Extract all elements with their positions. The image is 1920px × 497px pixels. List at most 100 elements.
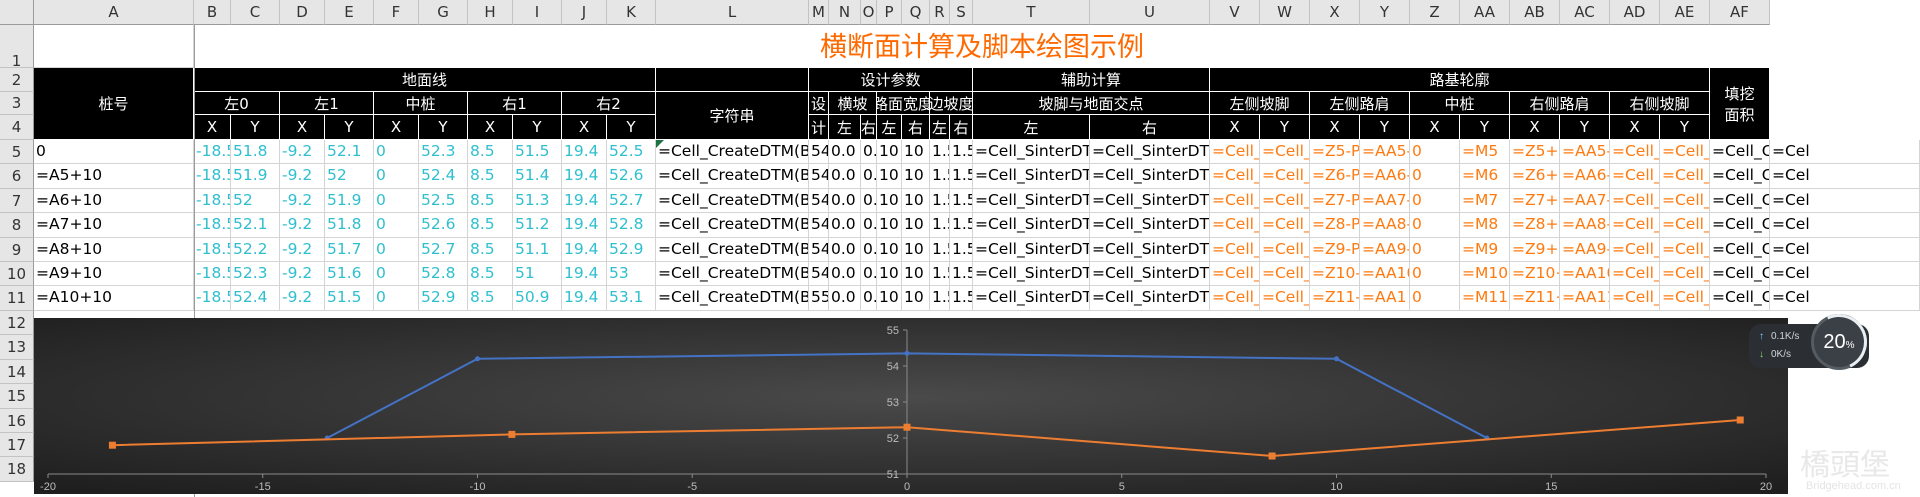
cell-ab[interactable]: =Z11+Q (1510, 286, 1560, 311)
column-header-O[interactable]: O (861, 0, 877, 25)
cell-x[interactable]: =Z8-P (1310, 213, 1360, 238)
cell-ground-value[interactable]: -9.2 (280, 164, 325, 189)
row-header-13[interactable]: 13 (0, 335, 34, 360)
cell-u[interactable]: =Cell_SinterDTM (1090, 188, 1210, 214)
cell-ab[interactable]: =Z8+Q (1510, 213, 1560, 238)
cell-ab[interactable]: =Z5+Q (1510, 140, 1560, 165)
cell-n[interactable]: 0.0 (829, 237, 861, 262)
cell-ground-value[interactable]: -9.2 (280, 188, 325, 214)
column-header-AB[interactable]: AB (1510, 0, 1560, 25)
cell-r[interactable]: 1.5 (930, 262, 950, 287)
cell-ground-value[interactable]: 8.5 (468, 164, 513, 189)
column-header-X[interactable]: X (1310, 0, 1360, 25)
column-header-C[interactable]: C (231, 0, 280, 25)
cell-s[interactable]: 1.5 (950, 286, 973, 311)
cell-station[interactable]: =A8+10 (34, 237, 194, 262)
cell-ground-value[interactable]: 52.6 (607, 164, 656, 189)
cell-z[interactable]: 0 (1410, 213, 1460, 238)
column-header-AF[interactable]: AF (1710, 0, 1770, 25)
column-header-AD[interactable]: AD (1610, 0, 1660, 25)
cell-p[interactable]: 10 (877, 140, 902, 165)
cell-ground-value[interactable]: 19.4 (562, 140, 607, 165)
cell-p[interactable]: 10 (877, 188, 902, 214)
cell-ground-value[interactable]: 0 (374, 188, 419, 214)
cell-ground-value[interactable]: 52.8 (607, 213, 656, 238)
row-header-11[interactable]: 11 (0, 286, 34, 311)
cell-ground-value[interactable]: 51.9 (231, 164, 280, 189)
cell-q[interactable]: 10 (902, 286, 930, 311)
row-header-4[interactable]: 4 (0, 115, 34, 140)
cell-y[interactable]: =AA8- (1360, 213, 1410, 238)
cell-ground-value[interactable]: 52.3 (419, 140, 468, 165)
cell-ground-value[interactable]: 53.1 (607, 286, 656, 311)
cell-ground-value[interactable]: 8.5 (468, 262, 513, 287)
column-header-Y[interactable]: Y (1360, 0, 1410, 25)
column-header-I[interactable]: I (513, 0, 562, 25)
cell-r[interactable]: 1.5 (930, 237, 950, 262)
column-header-G[interactable]: G (419, 0, 468, 25)
column-header-F[interactable]: F (374, 0, 419, 25)
column-header-B[interactable]: B (194, 0, 231, 25)
cell-ag[interactable]: =Cel (1770, 262, 1920, 287)
cell-ground-value[interactable]: -18.5 (194, 188, 231, 214)
cell-ground-value[interactable]: 51.7 (325, 237, 374, 262)
column-header-P[interactable]: P (877, 0, 902, 25)
cell-ac[interactable]: =AA10- (1560, 262, 1610, 287)
cell-ground-value[interactable]: 51.3 (513, 188, 562, 214)
cell-ground-value[interactable]: 52.9 (607, 237, 656, 262)
row-header-5[interactable]: 5 (0, 140, 34, 165)
cell-z[interactable]: 0 (1410, 262, 1460, 287)
row-header-3[interactable]: 3 (0, 92, 34, 115)
cell-ac[interactable]: =AA11- (1560, 286, 1610, 311)
cell-station[interactable]: =A6+10 (34, 188, 194, 214)
cell-station[interactable]: =A5+10 (34, 164, 194, 189)
cell-p[interactable]: 10 (877, 286, 902, 311)
cell-u[interactable]: =Cell_SinterDTM (1090, 262, 1210, 287)
cell-ad[interactable]: =Cell_G (1610, 262, 1660, 287)
cell-ab[interactable]: =Z9+Q (1510, 237, 1560, 262)
cell-ac[interactable]: =AA8- (1560, 213, 1610, 238)
cell-af[interactable]: =Cell_C (1710, 262, 1770, 287)
cell-station[interactable]: 0 (34, 140, 194, 165)
cell-af[interactable]: =Cell_C (1710, 140, 1770, 165)
row-header-18[interactable]: 18 (0, 457, 34, 482)
cell-y[interactable]: =AA5- (1360, 140, 1410, 165)
cell-v[interactable]: =Cell_ (1210, 140, 1260, 165)
cell-station[interactable]: =A10+10 (34, 286, 194, 311)
select-all-corner[interactable] (0, 0, 34, 25)
cell-m[interactable]: 54. (809, 188, 829, 214)
cell-v[interactable]: =Cell_ (1210, 164, 1260, 189)
cell-ad[interactable]: =Cell_G (1610, 213, 1660, 238)
cell-p[interactable]: 10 (877, 164, 902, 189)
cell-z[interactable]: 0 (1410, 286, 1460, 311)
cell-ad[interactable]: =Cell_G (1610, 286, 1660, 311)
cell-ground-value[interactable]: 52.6 (419, 213, 468, 238)
cell-t[interactable]: =Cell_SinterDTM (973, 164, 1090, 189)
cell-ground-value[interactable]: 19.4 (562, 237, 607, 262)
cell-ground-value[interactable]: -9.2 (280, 237, 325, 262)
cell-ground-value[interactable]: 52 (231, 188, 280, 214)
column-header-K[interactable]: K (607, 0, 656, 25)
cell-A1[interactable] (34, 25, 194, 68)
cell-r[interactable]: 1.5 (930, 286, 950, 311)
cell-ag[interactable]: =Cel (1770, 140, 1920, 165)
cell-ground-value[interactable]: 51.5 (325, 286, 374, 311)
cell-ground-value[interactable]: 52.2 (231, 237, 280, 262)
cell-aa[interactable]: =M10 (1460, 262, 1510, 287)
cell-ground-value[interactable]: -9.2 (280, 213, 325, 238)
cell-n[interactable]: 0.0 (829, 188, 861, 214)
column-header-Z[interactable]: Z (1410, 0, 1460, 25)
row-header-15[interactable]: 15 (0, 384, 34, 409)
cell-n[interactable]: 0.0 (829, 164, 861, 189)
row-header-17[interactable]: 17 (0, 433, 34, 458)
cell-l[interactable]: =Cell_CreateDTM(B (656, 237, 809, 262)
cell-ground-value[interactable]: 51.8 (325, 213, 374, 238)
cell-x[interactable]: =Z6-P (1310, 164, 1360, 189)
cell-y[interactable]: =AA7- (1360, 188, 1410, 214)
cell-ground-value[interactable]: 19.4 (562, 188, 607, 214)
cell-t[interactable]: =Cell_SinterDTM (973, 188, 1090, 214)
cell-r[interactable]: 1.5 (930, 140, 950, 165)
cell-m[interactable]: 54. (809, 213, 829, 238)
cell-af[interactable]: =Cell_C (1710, 164, 1770, 189)
cell-p[interactable]: 10 (877, 237, 902, 262)
